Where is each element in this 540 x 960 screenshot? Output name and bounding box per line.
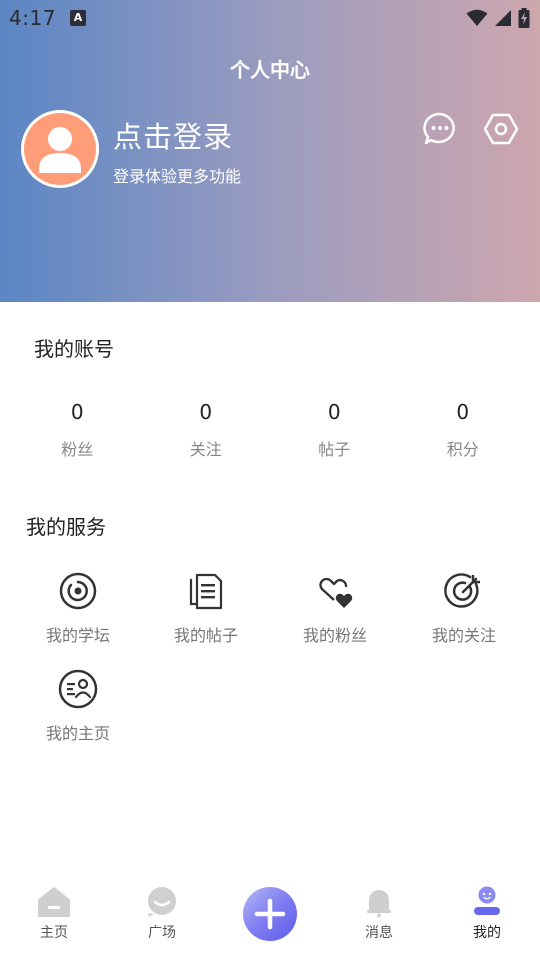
stat-label: 积分: [446, 440, 479, 459]
services-section-title: 我的服务: [26, 515, 106, 539]
service-label: 我的关注: [431, 626, 496, 645]
settings-hexagon-icon: [483, 113, 519, 145]
stat-value: 0: [70, 400, 84, 424]
service-label: 我的帖子: [173, 626, 238, 645]
settings-button[interactable]: [482, 110, 520, 148]
status-indicators: [466, 7, 530, 29]
stat-following[interactable]: 0 关注: [142, 400, 271, 460]
square-icon: [148, 887, 176, 917]
user-silhouette-icon: [24, 113, 96, 185]
tab-label: 主页: [40, 925, 68, 941]
service-my-following[interactable]: 我的关注: [400, 570, 528, 646]
battery-icon: [518, 8, 530, 28]
profile-card-icon: [58, 669, 98, 709]
service-label: 我的主页: [45, 724, 110, 743]
service-my-fans[interactable]: 我的粉丝: [271, 570, 399, 646]
tab-label: 广场: [148, 925, 176, 941]
mine-icon: [474, 886, 500, 915]
stat-posts[interactable]: 0 帖子: [270, 400, 399, 460]
home-icon: [38, 887, 70, 917]
login-title[interactable]: 点击登录: [113, 114, 233, 156]
stat-points[interactable]: 0 积分: [399, 400, 528, 460]
service-my-posts[interactable]: 我的帖子: [142, 570, 270, 646]
avatar[interactable]: [21, 110, 99, 188]
notification-app-icon: A: [70, 10, 86, 26]
tab-square[interactable]: 广场: [127, 886, 197, 942]
target-icon: [444, 573, 480, 608]
stat-label: 帖子: [318, 440, 351, 459]
documents-icon: [189, 573, 223, 610]
service-label: 我的粉丝: [302, 626, 367, 645]
tab-home[interactable]: 主页: [19, 886, 89, 942]
stat-value: 0: [327, 400, 341, 424]
stat-fans[interactable]: 0 粉丝: [13, 400, 142, 460]
status-time: 4:17: [9, 6, 56, 30]
message-button[interactable]: [421, 110, 459, 148]
tab-label: 我的: [473, 925, 501, 941]
page-title: 个人中心: [230, 58, 310, 82]
hearts-icon: [319, 577, 353, 608]
status-bar: 4:17 A: [0, 0, 540, 36]
forum-icon: [59, 572, 97, 610]
tab-mine[interactable]: 我的: [452, 886, 522, 942]
message-icon: [367, 890, 391, 918]
plus-icon: [254, 898, 286, 930]
tab-label: 消息: [365, 925, 393, 941]
account-stats: 0 粉丝 0 关注 0 帖子 0 积分: [13, 400, 527, 460]
stat-label: 粉丝: [61, 440, 94, 459]
account-section-title: 我的账号: [34, 337, 114, 361]
chat-bubble-icon: [423, 112, 455, 145]
service-my-forum[interactable]: 我的学坛: [14, 570, 142, 646]
add-post-button[interactable]: [243, 887, 297, 941]
stat-value: 0: [199, 400, 213, 424]
service-label: 我的学坛: [45, 626, 110, 645]
tab-messages[interactable]: 消息: [344, 886, 414, 942]
stat-value: 0: [456, 400, 470, 424]
login-subtitle: 登录体验更多功能: [113, 167, 242, 186]
cell-signal-icon: [495, 10, 511, 26]
profile-header: 4:17 A 个人中心 点击登录 登录体验更多功能: [0, 0, 540, 302]
service-my-homepage[interactable]: 我的主页: [14, 668, 142, 744]
wifi-icon: [466, 9, 488, 26]
stat-label: 关注: [189, 440, 222, 459]
